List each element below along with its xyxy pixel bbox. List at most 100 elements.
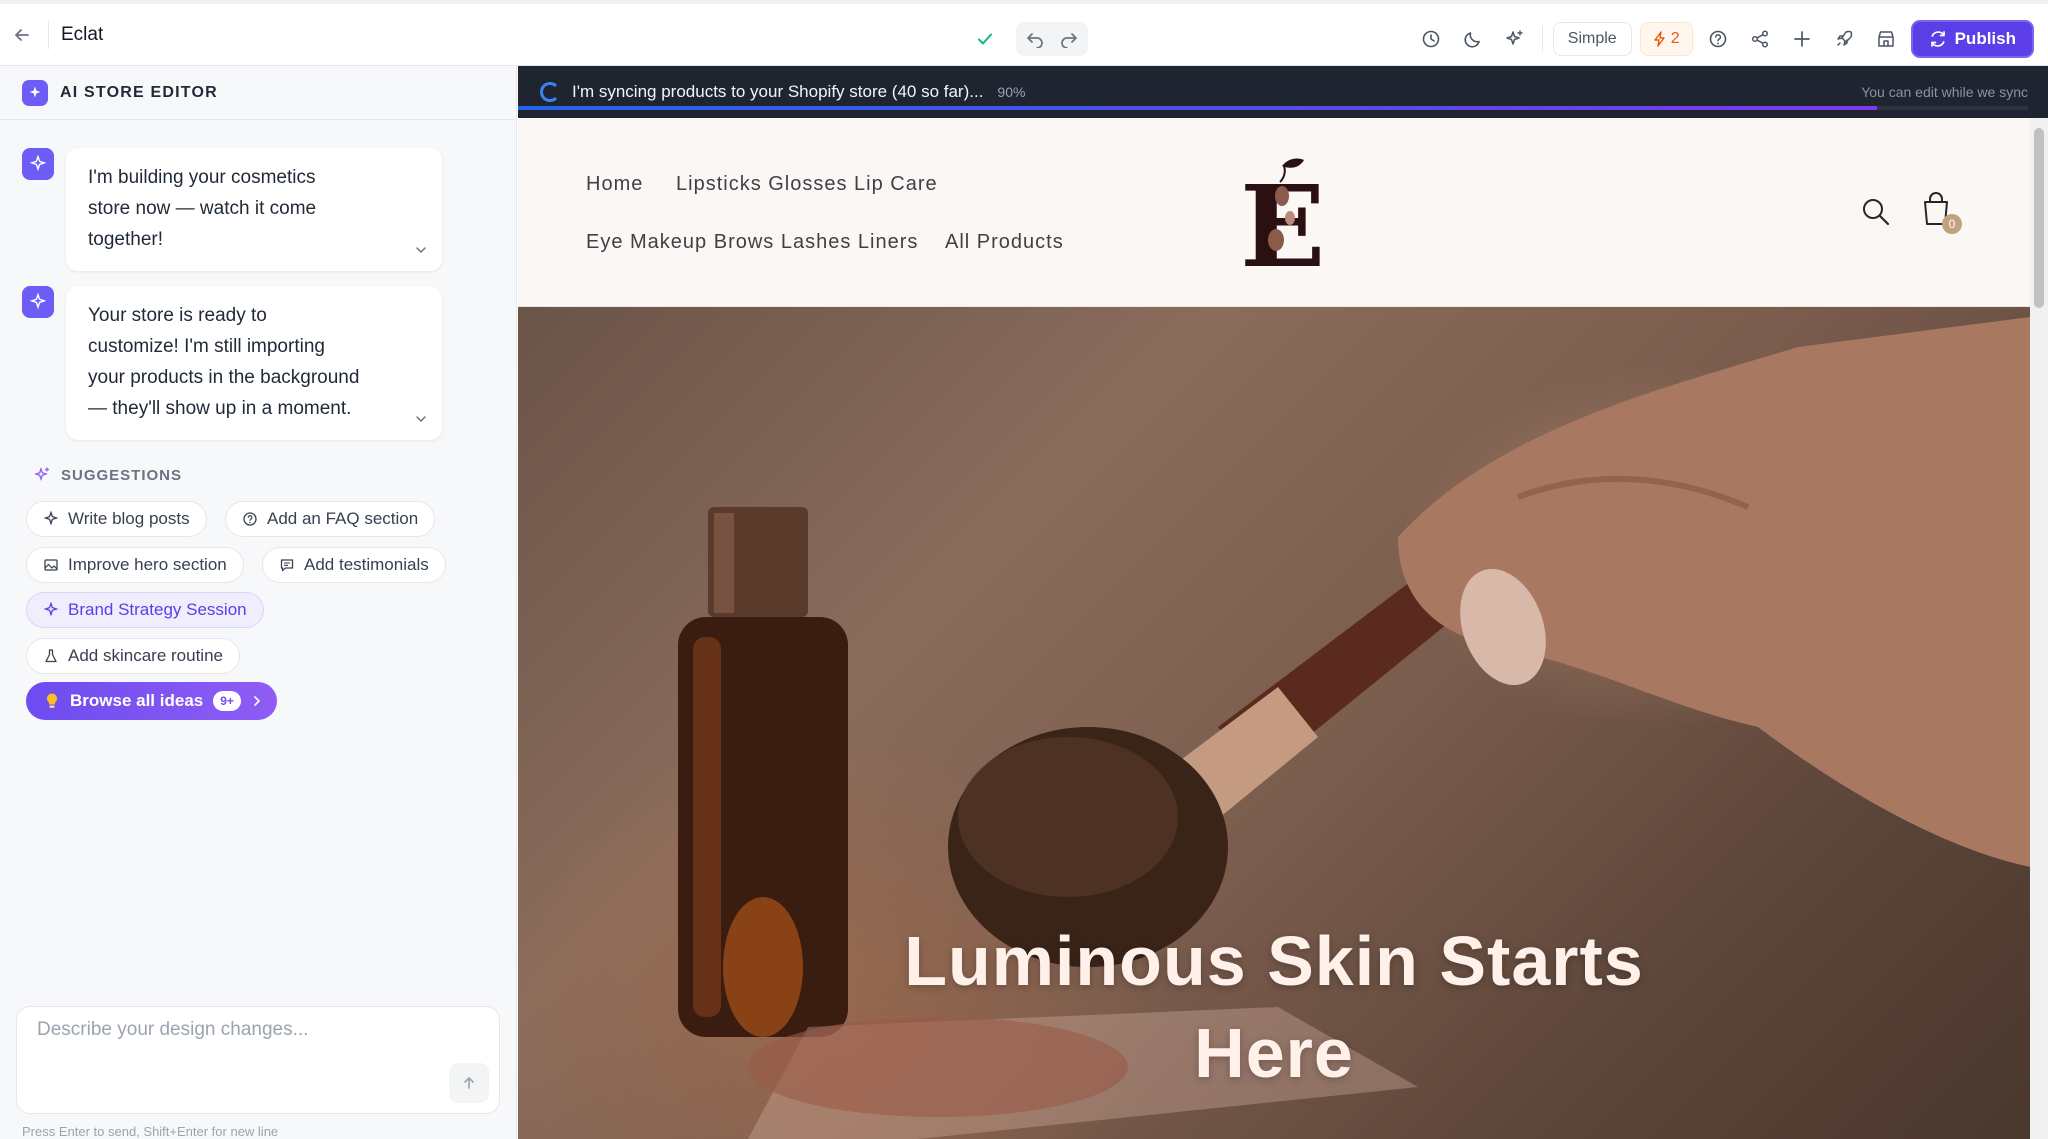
store-header: Home Lipsticks Glosses Lip Care Eye Make… <box>518 118 2030 307</box>
suggestion-label: Add an FAQ section <box>267 509 419 528</box>
assistant-message: I'm building your cosmetics store now — … <box>22 148 442 271</box>
moon-icon <box>1464 32 1480 48</box>
suggestion-write-blog-posts[interactable]: Write blog posts <box>26 501 207 537</box>
back-button[interactable] <box>10 23 34 47</box>
sync-status-bar: I'm syncing products to your Shopify sto… <box>518 66 2048 118</box>
help-button[interactable] <box>1701 22 1735 56</box>
svg-text:E: E <box>1240 162 1320 278</box>
chat-composer <box>16 1006 500 1114</box>
design-changes-input[interactable] <box>37 1019 477 1059</box>
arrow-left-icon <box>15 28 29 41</box>
launch-button[interactable] <box>1827 22 1861 56</box>
history-button[interactable] <box>1414 22 1448 56</box>
share-button[interactable] <box>1743 22 1777 56</box>
message-bubble: Your store is ready to customize! I'm st… <box>66 286 442 440</box>
help-circle-icon <box>243 512 257 526</box>
message-line: store now — watch it come <box>88 198 317 219</box>
send-button[interactable] <box>449 1063 489 1103</box>
arrow-up-icon <box>464 1077 474 1089</box>
nav-link-all-products[interactable]: All Products <box>945 231 1064 254</box>
message-line: your products in the background <box>88 367 360 388</box>
redo-button[interactable] <box>1052 22 1086 56</box>
lightning-icon <box>1653 31 1665 47</box>
saved-status-button[interactable] <box>968 22 1002 56</box>
suggestion-label: Write blog posts <box>68 509 190 528</box>
redo-icon <box>1061 33 1077 48</box>
top-bar: Eclat Simple 2 Publish <box>0 0 2048 66</box>
sync-message: I'm syncing products to your Shopify sto… <box>572 82 984 101</box>
assistant-avatar <box>22 148 54 180</box>
ai-magic-button[interactable] <box>1498 22 1532 56</box>
credits-badge[interactable]: 2 <box>1639 22 1693 56</box>
flask-icon <box>45 649 57 663</box>
credits-count: 2 <box>1670 30 1680 47</box>
dark-mode-button[interactable] <box>1456 22 1490 56</box>
share-icon <box>1751 30 1768 48</box>
browse-all-ideas-button[interactable]: Browse all ideas 9+ <box>26 682 277 720</box>
search-icon[interactable] <box>1860 196 1892 228</box>
nav-link-eye-makeup[interactable]: Eye Makeup Brows Lashes Liners <box>586 231 918 254</box>
store-preview: I'm syncing products to your Shopify sto… <box>518 66 2048 1139</box>
undo-redo-group <box>1016 22 1088 56</box>
check-icon <box>978 33 992 45</box>
app-name: Eclat <box>61 23 104 45</box>
sparkles-icon <box>1506 30 1523 45</box>
preview-scrollbar[interactable] <box>2030 118 2048 1139</box>
nav-link-home[interactable]: Home <box>586 173 643 196</box>
suggestion-label: Brand Strategy Session <box>68 600 247 619</box>
scrollbar-thumb[interactable] <box>2034 128 2044 308</box>
publish-label: Publish <box>1954 29 2016 48</box>
ai-editor-panel: AI STORE EDITOR I'm building your cosmet… <box>0 66 517 1139</box>
panel-header: AI STORE EDITOR <box>0 66 516 120</box>
suggestion-add-testimonials[interactable]: Add testimonials <box>262 547 446 583</box>
suggestion-brand-strategy[interactable]: Brand Strategy Session <box>26 592 264 628</box>
sparkle-icon <box>43 511 59 526</box>
suggestion-add-skincare-routine[interactable]: Add skincare routine <box>26 638 240 674</box>
message-bubble: I'm building your cosmetics store now — … <box>66 148 442 271</box>
publish-button[interactable]: Publish <box>1910 20 2034 58</box>
sparkle-icon <box>29 293 47 310</box>
refresh-icon <box>1930 31 1945 47</box>
panel-title: AI STORE EDITOR <box>60 83 218 101</box>
hero-title-line: Luminous Skin Starts <box>904 922 1644 1000</box>
storefront-button[interactable] <box>1869 22 1903 56</box>
mode-toggle[interactable]: Simple <box>1552 22 1632 56</box>
message-line: together! <box>88 229 163 250</box>
suggestion-improve-hero[interactable]: Improve hero section <box>26 547 244 583</box>
suggestion-label: Add testimonials <box>304 555 429 574</box>
chat-icon <box>280 559 294 572</box>
divider <box>1541 26 1543 52</box>
suggestion-add-faq[interactable]: Add an FAQ section <box>225 501 436 537</box>
nav-link-lip-products[interactable]: Lipsticks Glosses Lip Care <box>676 173 938 196</box>
add-button[interactable] <box>1785 22 1819 56</box>
clock-icon <box>1422 30 1440 48</box>
ai-badge <box>22 79 48 106</box>
store-icon <box>1877 31 1894 47</box>
rocket-icon <box>1836 30 1852 46</box>
message-line: Your store is ready to <box>88 305 267 326</box>
assistant-avatar <box>22 286 54 318</box>
loading-spinner-icon <box>540 82 560 102</box>
suggestion-label: Improve hero section <box>68 555 227 574</box>
assistant-message: Your store is ready to customize! I'm st… <box>22 286 442 440</box>
chevron-down-icon[interactable] <box>414 243 428 257</box>
sparkles-icon <box>34 467 50 481</box>
hero-title: Luminous Skin Starts Here <box>774 915 1774 1099</box>
undo-button[interactable] <box>1018 22 1052 56</box>
store-logo[interactable]: E <box>1230 148 1320 278</box>
divider <box>48 20 49 49</box>
sync-note: You can edit while we sync <box>1861 84 2028 100</box>
message-line: — they'll show up in a moment. <box>88 398 352 419</box>
suggestions-label: SUGGESTIONS <box>61 466 183 484</box>
message-line: customize! I'm still importing <box>88 336 325 357</box>
sparkle-icon <box>29 155 47 172</box>
ideas-count-badge: 9+ <box>213 691 241 711</box>
help-circle-icon <box>1709 30 1726 48</box>
chevron-right-icon <box>254 696 261 706</box>
chevron-down-icon[interactable] <box>414 412 428 426</box>
toolbar-right: Simple 2 Publish <box>1414 20 2034 58</box>
suggestions-header: SUGGESTIONS <box>33 466 182 484</box>
sparkle-icon <box>43 602 59 617</box>
sync-percent: 90% <box>997 84 1026 100</box>
sparkle-icon <box>29 86 41 97</box>
